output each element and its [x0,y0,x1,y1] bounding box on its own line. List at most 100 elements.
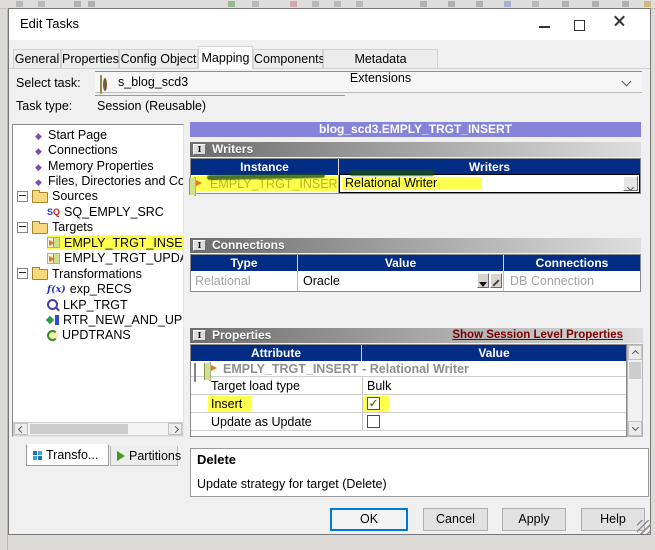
tree-item-transformations[interactable]: Transformations [15,266,183,281]
property-row-update-as-update[interactable]: Update as Update [191,413,626,431]
tree-item-lkp-trgt[interactable]: LKP_TRGT [15,297,183,312]
properties-group-row[interactable]: EMPLY_TRGT_INSERT - Relational Writer [191,361,626,382]
target-icon [194,177,196,196]
tab-config-object[interactable]: Config Object [119,49,198,68]
ok-button[interactable]: OK [330,508,408,531]
tree-item-files-directories[interactable]: Files, Directories and Com [15,173,183,188]
folder-icon [32,220,48,234]
connections-section-label: Connections [212,238,285,252]
scroll-left-button[interactable] [14,423,28,435]
navigation-diamond-icon [33,143,44,157]
update-strategy-icon [47,329,58,341]
tree-item-emply-trgt-update[interactable]: EMPLY_TRGT_UPDATI [15,251,183,266]
writer-type-dropdown[interactable]: Relational Writer [339,174,640,193]
scrollbar-thumb[interactable] [629,362,641,379]
connection-name-cell: DB Connection [510,274,595,288]
pencil-icon [492,279,500,287]
connections-section-bar: I Connections [190,238,641,253]
tab-components[interactable]: Components [253,49,325,68]
close-button[interactable] [613,14,626,27]
tree-horizontal-scrollbar[interactable] [13,422,183,436]
writers-section-bar: I Writers [190,142,641,157]
property-row-insert[interactable]: Insert ✓ [191,395,626,413]
folder-icon [32,267,48,281]
tree-item-updtrans[interactable]: UPDTRANS [15,328,183,343]
cancel-button[interactable]: Cancel [423,508,488,531]
tree-item-start-page[interactable]: Start Page [15,127,183,142]
column-header-type: Type [191,255,298,271]
properties-table: Attribute Value EMPLY_TRGT_INSERT - Rela… [190,344,627,437]
show-session-level-properties-link[interactable]: Show Session Level Properties [452,329,623,341]
collapse-expander-icon[interactable] [17,190,28,202]
tree-item-memory-properties[interactable]: Memory Properties [15,158,183,173]
update-as-update-checkbox[interactable] [367,415,380,428]
writers-section-label: Writers [212,142,254,156]
property-value[interactable]: Bulk [367,379,391,393]
scroll-right-button[interactable] [168,423,182,435]
collapse-section-icon[interactable]: I [193,330,206,341]
tab-properties[interactable]: Properties [61,49,119,68]
scroll-down-button[interactable] [628,421,642,436]
dialog-titlebar [9,9,650,40]
tab-partitions-bottom[interactable]: Partitions [110,446,181,466]
select-task-value: s_blog_scd3 [118,75,189,89]
insert-checkbox[interactable]: ✓ [367,397,380,410]
tab-mapping[interactable]: Mapping [198,46,253,69]
task-type-label: Task type: [16,99,73,113]
help-button[interactable]: Help [581,508,645,531]
background-left-fragment [0,9,8,550]
properties-group-label: EMPLY_TRGT_INSERT - Relational Writer [223,362,469,376]
column-header-attribute: Attribute [191,345,362,361]
connection-picker-button[interactable] [477,273,489,288]
router-icon [47,315,59,325]
properties-vertical-scrollbar[interactable] [627,344,643,437]
tree-item-sq-emply-src[interactable]: SQ_EMPLY_SRC [15,204,183,219]
screen: { "window": { "title": "Edit Tasks" }, "… [0,0,655,550]
column-header-connections: Connections [504,255,640,271]
tree-item-targets[interactable]: Targets [15,220,183,235]
attribute-description-box: Delete Update strategy for target (Delet… [190,448,649,497]
tree-item-connections[interactable]: Connections [15,142,183,157]
folder-icon [32,189,48,203]
connection-edit-button[interactable] [490,273,502,288]
connection-type-cell: Relational [191,271,298,291]
resize-grip[interactable] [637,520,651,534]
collapse-section-icon[interactable]: I [193,240,206,251]
properties-section-bar: I Properties Show Session Level Properti… [190,328,643,343]
target-icon [47,252,60,264]
dropdown-button[interactable] [623,176,638,192]
chevron-down-icon[interactable] [621,76,632,87]
dialog-title: Edit Tasks [20,16,80,31]
connection-value-cell[interactable]: Oracle [298,271,504,291]
property-row-target-load-type[interactable]: Target load type Bulk [191,377,626,395]
minimize-button[interactable] [539,26,550,28]
tab-general[interactable]: General [13,49,61,68]
tree-item-exp-recs[interactable]: exp_RECS [15,281,183,296]
tree-item-rtr-new-and-upd[interactable]: RTR_NEW_AND_UPD. [15,312,183,327]
scrollbar-thumb[interactable] [30,424,128,434]
collapse-expander-icon[interactable] [17,221,28,233]
target-icon [47,237,60,249]
scroll-up-button[interactable] [628,345,642,360]
maximize-button[interactable] [574,20,585,31]
partitions-arrow-icon [117,450,125,461]
source-qualifier-icon [47,207,60,217]
tab-strip-line [9,68,650,69]
navigation-diamond-icon [33,159,44,173]
tree-item-emply-trgt-insert[interactable]: EMPLY_TRGT_INSERT [15,235,183,251]
task-type-underline [95,95,345,96]
expression-icon [47,284,66,295]
apply-button[interactable]: Apply [502,508,566,531]
transformations-grid-icon [33,450,37,455]
connection-value: Oracle [303,274,340,288]
collapse-section-icon[interactable]: I [193,144,206,155]
task-type-value: Session (Reusable) [97,99,207,113]
down-arrow-icon [479,282,487,287]
column-header-value: Value [298,255,504,271]
tree-item-sources[interactable]: Sources [15,189,183,204]
collapse-expander-icon[interactable] [17,268,28,280]
tab-transformations-bottom[interactable]: Transfo... [26,444,109,466]
description-title: Delete [197,452,237,467]
tab-metadata-extensions[interactable]: Metadata Extensions [323,49,438,85]
description-text: Update strategy for target (Delete) [197,477,387,491]
